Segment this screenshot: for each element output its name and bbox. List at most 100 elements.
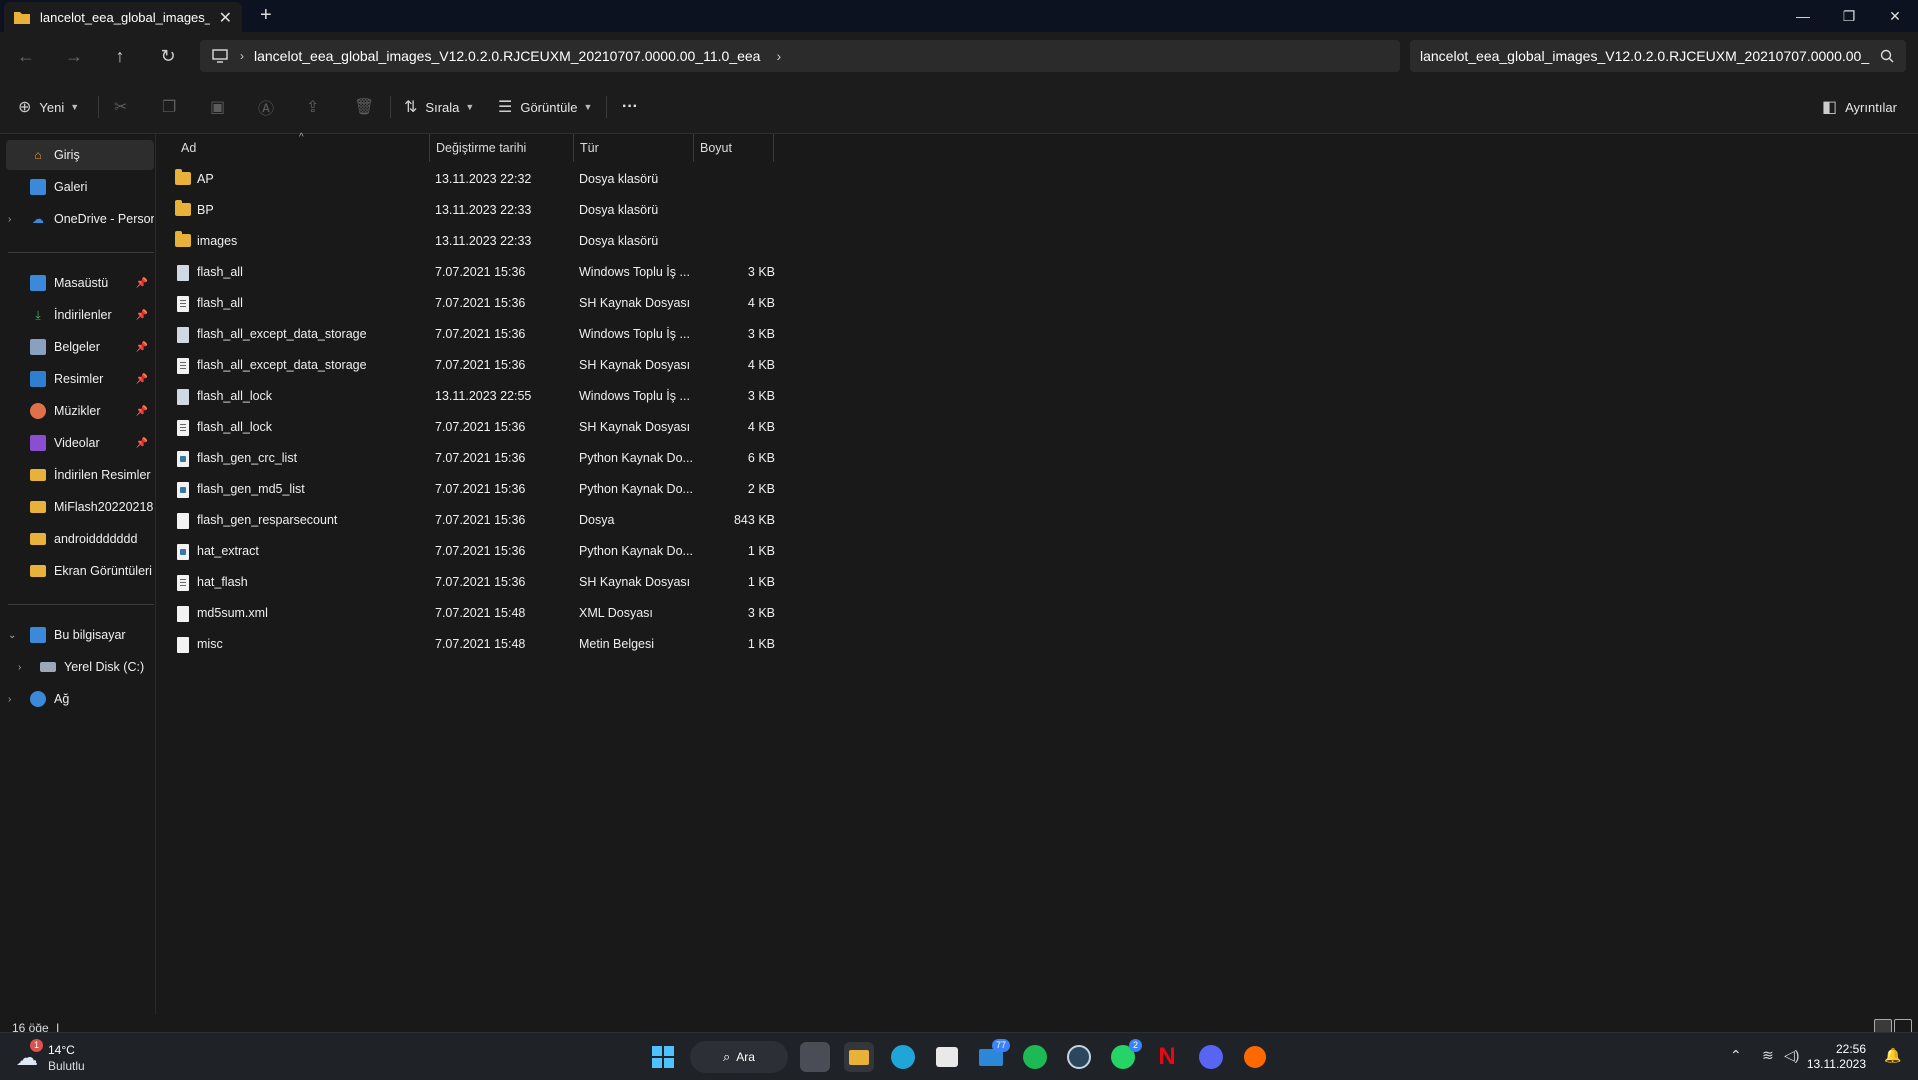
steam-icon[interactable] [1064, 1042, 1094, 1072]
sort-button[interactable]: ⇅ Sırala ▼ [404, 95, 474, 119]
details-button[interactable]: ◧ Ayrıntılar [1822, 95, 1897, 119]
paste-button[interactable]: ▣ [210, 95, 233, 119]
file-row[interactable]: md5sum.xml 7.07.2021 15:48 XML Dosyası 3 KB [175, 598, 775, 629]
new-button[interactable]: ⊕ Yeni ▼ [18, 95, 79, 119]
file-row[interactable]: flash_all_except_data_storage 7.07.2021 1… [175, 319, 775, 350]
file-name: md5sum.xml [197, 606, 268, 620]
pin-icon[interactable]: 📌 [136, 278, 148, 289]
file-row[interactable]: AP 13.11.2023 22:32 Dosya klasörü [175, 164, 775, 195]
sidebar-item-music[interactable]: Müzikler 📌 [6, 396, 154, 426]
whatsapp-icon[interactable]: 2 [1108, 1039, 1142, 1072]
file-explorer-icon[interactable] [844, 1042, 874, 1072]
sidebar-item-onedrive[interactable]: ☁ OneDrive - Persona [6, 204, 154, 234]
column-header-modified[interactable]: Değiştirme tarihi [430, 134, 574, 162]
sidebar-item-screenshots[interactable]: Ekran Görüntüleri [6, 556, 154, 586]
address-path[interactable]: lancelot_eea_global_images_V12.0.2.0.RJC… [254, 48, 760, 64]
file-row[interactable]: flash_gen_crc_list 7.07.2021 15:36 Python … [175, 443, 775, 474]
address-bar[interactable]: › lancelot_eea_global_images_V12.0.2.0.R… [200, 40, 1400, 72]
mail-icon[interactable]: 77 [976, 1039, 1010, 1072]
sidebar-item-network[interactable]: Ağ [6, 684, 154, 714]
edge-icon[interactable] [888, 1042, 918, 1072]
file-row[interactable]: flash_gen_resparsecount 7.07.2021 15:36 Do… [175, 505, 775, 536]
chevron-up-icon[interactable]: ⌃ [1730, 1047, 1742, 1064]
search-input[interactable]: lancelot_eea_global_images_V12.0.2.0.RJC… [1420, 48, 1870, 64]
file-row[interactable]: misc 7.07.2021 15:48 Metin Belgesi 1 KB [175, 629, 775, 660]
sidebar-item-home[interactable]: ⌂ Giriş [6, 140, 154, 170]
rename-button[interactable]: Ⓐ [258, 95, 282, 119]
tab-close-icon[interactable]: ✕ [219, 8, 232, 28]
cut-button[interactable]: ✂ [114, 95, 135, 119]
file-modified: 7.07.2021 15:48 [435, 637, 526, 651]
weather-widget[interactable]: ☁ 1 14°C Bulutlu [0, 1033, 120, 1080]
file-row[interactable]: images 13.11.2023 22:33 Dosya klasörü [175, 226, 775, 257]
store-icon[interactable] [932, 1042, 962, 1072]
volume-icon[interactable]: ◁) [1784, 1047, 1799, 1064]
sidebar-item-desktop[interactable]: Masaüstü 📌 [6, 268, 154, 298]
tab-active[interactable]: lancelot_eea_global_images_V ✕ [4, 2, 242, 32]
search-icon[interactable] [1880, 49, 1894, 63]
file-row[interactable]: flash_all_lock 7.07.2021 15:36 SH Kaynak D… [175, 412, 775, 443]
file-row[interactable]: flash_all_except_data_storage 7.07.2021 1… [175, 350, 775, 381]
search-field[interactable]: lancelot_eea_global_images_V12.0.2.0.RJC… [1410, 40, 1906, 72]
chevron-right-icon[interactable]: › [776, 48, 781, 64]
notification-bell-icon[interactable]: 🔔 [1884, 1047, 1901, 1064]
sidebar-item-android[interactable]: androiddddddd [6, 524, 154, 554]
pin-icon[interactable]: 📌 [136, 342, 148, 353]
new-tab-button[interactable]: + [260, 4, 272, 27]
file-type: Dosya klasörü [579, 234, 659, 248]
sidebar-item-pictures[interactable]: Resimler 📌 [6, 364, 154, 394]
pin-icon[interactable]: 📌 [136, 374, 148, 385]
column-header-name[interactable]: Ad [175, 134, 430, 162]
forward-button[interactable]: → [62, 44, 86, 68]
file-list: ^ Ad Değiştirme tarihi Tür Boyut AP 13.11… [157, 132, 1918, 1014]
start-button[interactable] [648, 1042, 678, 1072]
maximize-button[interactable]: ❐ [1826, 0, 1872, 32]
refresh-button[interactable]: ↻ [156, 44, 180, 68]
sidebar-item-downloads[interactable]: ⤓ İndirilenler 📌 [6, 300, 154, 330]
sidebar-item-label: Ekran Görüntüleri [54, 564, 152, 578]
file-name: flash_all [197, 296, 243, 310]
file-row[interactable]: hat_extract 7.07.2021 15:36 Python Kaynak … [175, 536, 775, 567]
sidebar-item-miflash[interactable]: MiFlash20220218 [6, 492, 154, 522]
netflix-icon[interactable]: N [1152, 1042, 1182, 1072]
sidebar-item-label: Yerel Disk (C:) [64, 660, 145, 674]
sidebar-item-videos[interactable]: Videolar 📌 [6, 428, 154, 458]
sidebar-item-this-pc[interactable]: Bu bilgisayar [6, 620, 154, 650]
column-label: Tür [580, 141, 599, 155]
close-window-button[interactable]: ✕ [1872, 0, 1918, 32]
search-icon: ⌕ [723, 1049, 731, 1064]
file-row[interactable]: flash_gen_md5_list 7.07.2021 15:36 Python … [175, 474, 775, 505]
spotify-icon[interactable] [1020, 1042, 1050, 1072]
more-options-button[interactable]: ··· [622, 95, 638, 119]
discord-icon[interactable] [1196, 1042, 1226, 1072]
minimize-button[interactable]: — [1780, 0, 1826, 32]
pin-icon[interactable]: 📌 [136, 310, 148, 321]
wifi-icon[interactable]: ≋ [1762, 1047, 1774, 1064]
sidebar-item-downloaded-pictures[interactable]: İndirilen Resimler [6, 460, 154, 490]
pin-icon[interactable]: 📌 [136, 406, 148, 417]
sidebar-item-gallery[interactable]: Galeri [6, 172, 154, 202]
chevron-right-icon: › [240, 49, 244, 63]
file-row[interactable]: flash_all_lock 13.11.2023 22:55 Windows To… [175, 381, 775, 412]
file-row[interactable]: flash_all 7.07.2021 15:36 SH Kaynak Dosyas… [175, 288, 775, 319]
share-button[interactable]: ⇪ [306, 95, 327, 119]
xiaomi-icon[interactable] [1240, 1042, 1270, 1072]
taskbar-search[interactable]: ⌕ Ara [690, 1041, 788, 1073]
divider [8, 604, 154, 605]
task-view-icon[interactable] [800, 1042, 830, 1072]
file-row[interactable]: flash_all 7.07.2021 15:36 Windows Toplu İş… [175, 257, 775, 288]
file-type: SH Kaynak Dosyası [579, 358, 691, 372]
column-header-size[interactable]: Boyut [694, 134, 774, 162]
sidebar-item-documents[interactable]: Belgeler 📌 [6, 332, 154, 362]
column-header-type[interactable]: Tür [574, 134, 694, 162]
back-button[interactable]: ← [14, 44, 38, 68]
copy-button[interactable]: ❐ [162, 95, 184, 119]
sidebar-item-local-disk[interactable]: Yerel Disk (C:) [6, 652, 154, 682]
up-button[interactable]: ↑ [108, 44, 132, 68]
file-row[interactable]: hat_flash 7.07.2021 15:36 SH Kaynak Dosyas… [175, 567, 775, 598]
view-button[interactable]: ☰ Görüntüle ▼ [498, 95, 592, 119]
delete-button[interactable]: 🗑 [354, 95, 382, 119]
file-row[interactable]: BP 13.11.2023 22:33 Dosya klasörü [175, 195, 775, 226]
pin-icon[interactable]: 📌 [136, 438, 148, 449]
clock[interactable]: 22:56 13.11.2023 [1807, 1042, 1866, 1072]
